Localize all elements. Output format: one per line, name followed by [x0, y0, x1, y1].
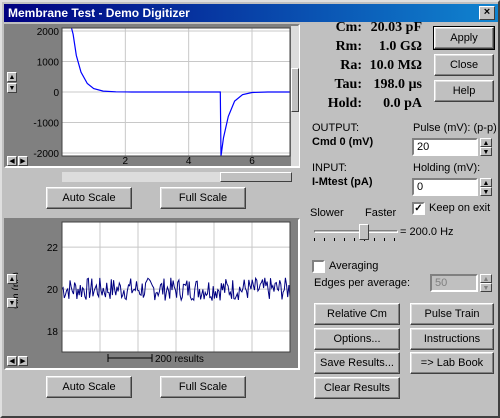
cm-y-tick-label: 22: [47, 243, 59, 254]
pulse-train-button[interactable]: Pulse Train: [410, 303, 494, 325]
window-title: Membrane Test - Demo Digitizer: [8, 6, 190, 20]
holding-up-icon[interactable]: ▲: [480, 178, 492, 187]
x-scroll-right-icon[interactable]: ▶: [18, 156, 28, 166]
tau-value: 198.0 µs: [373, 77, 422, 92]
apply-button[interactable]: Apply: [433, 26, 495, 50]
output-channel: Cmd 0 (mV): [312, 136, 374, 148]
rate-slider-ticks: [314, 238, 398, 241]
y-tick-label: 1000: [37, 58, 60, 69]
membrane-test-window: Membrane Test - Demo Digitizer × ▲ ▼ 200…: [0, 0, 500, 418]
input-channel: I-Mtest (pA): [312, 176, 373, 188]
full-scale-top-button[interactable]: Full Scale: [160, 187, 246, 209]
auto-scale-bottom-button[interactable]: Auto Scale: [46, 376, 132, 398]
cm-x-scroll-left-icon[interactable]: ◀: [7, 356, 17, 366]
y-scroll-down-icon[interactable]: ▼: [7, 83, 17, 93]
x-tick-label: 4: [186, 156, 192, 164]
rate-slider-thumb[interactable]: [359, 224, 370, 240]
pulse-up-icon[interactable]: ▲: [480, 138, 492, 147]
auto-scale-top-button[interactable]: Auto Scale: [46, 187, 132, 209]
input-label: INPUT:: [312, 162, 347, 174]
cm-x-scroll-right-icon[interactable]: ▶: [18, 356, 28, 366]
rate-slider-track[interactable]: [314, 230, 398, 233]
cm-scroll-down-icon[interactable]: ▼: [7, 298, 17, 308]
y-tick-label: 2000: [37, 27, 60, 38]
save-results-button[interactable]: Save Results...: [314, 352, 400, 374]
edges-input[interactable]: 50: [430, 274, 478, 292]
cm-y-tick-label: 18: [47, 327, 59, 338]
instructions-button[interactable]: Instructions: [410, 328, 494, 350]
x-scrollbar-thumb[interactable]: [220, 172, 292, 182]
current-trace-chart: 2000 1000 0 -1000 -2000 2 4 6: [18, 26, 291, 164]
y-scroll-up-icon[interactable]: ▲: [7, 72, 17, 82]
options-button[interactable]: Options...: [314, 328, 400, 350]
holding-input[interactable]: 0: [412, 178, 478, 196]
lab-book-button[interactable]: => Lab Book: [410, 352, 494, 374]
faster-label: Faster: [365, 207, 397, 219]
slower-label: Slower: [310, 207, 344, 219]
averaging-checkbox[interactable]: [312, 260, 325, 273]
pulse-label: Pulse (mV): (p-p): [413, 122, 497, 134]
averaging-label: Averaging: [329, 260, 379, 272]
keep-on-exit-label: Keep on exit: [429, 202, 491, 214]
clear-results-button[interactable]: Clear Results: [314, 377, 400, 399]
holding-label: Holding (mV):: [413, 162, 481, 174]
holding-down-icon[interactable]: ▼: [480, 187, 492, 196]
x-scroll-left-icon[interactable]: ◀: [7, 156, 17, 166]
results-span-label: 200 results: [155, 354, 204, 364]
x-tick-label: 2: [123, 156, 129, 164]
cm-y-tick-label: 20: [47, 285, 59, 296]
pulse-down-icon[interactable]: ▼: [480, 147, 492, 156]
close-button[interactable]: Close: [434, 54, 494, 76]
v-scrollbar-thumb[interactable]: [291, 68, 299, 112]
rate-value: = 200.0 Hz: [400, 226, 454, 238]
rm-value: 1.0 GΩ: [378, 39, 422, 54]
y-tick-label: 0: [53, 88, 59, 99]
pulse-input[interactable]: 20: [412, 138, 478, 156]
edges-down-icon[interactable]: ▼: [480, 283, 492, 292]
hold-value: 0.0 pA: [383, 96, 422, 111]
relative-cm-button[interactable]: Relative Cm: [314, 303, 400, 325]
cm-scroll-up-icon[interactable]: ▲: [7, 274, 17, 284]
keep-on-exit-checkbox[interactable]: ✓: [412, 202, 425, 215]
title-bar: Membrane Test - Demo Digitizer ×: [4, 4, 498, 22]
capacitance-chart: 22 20 18 200 results: [18, 220, 291, 364]
output-label: OUTPUT:: [312, 122, 360, 134]
edges-label: Edges per average:: [314, 277, 411, 289]
ra-value: 10.0 MΩ: [369, 58, 422, 73]
y-tick-label: -1000: [33, 118, 59, 129]
y-tick-label: -2000: [33, 149, 59, 160]
full-scale-bottom-button[interactable]: Full Scale: [160, 376, 246, 398]
x-tick-label: 6: [249, 156, 255, 164]
edges-up-icon[interactable]: ▲: [480, 274, 492, 283]
help-button[interactable]: Help: [434, 80, 494, 102]
close-window-icon[interactable]: ×: [479, 6, 495, 20]
cm-value: 20.03 pF: [370, 20, 422, 35]
